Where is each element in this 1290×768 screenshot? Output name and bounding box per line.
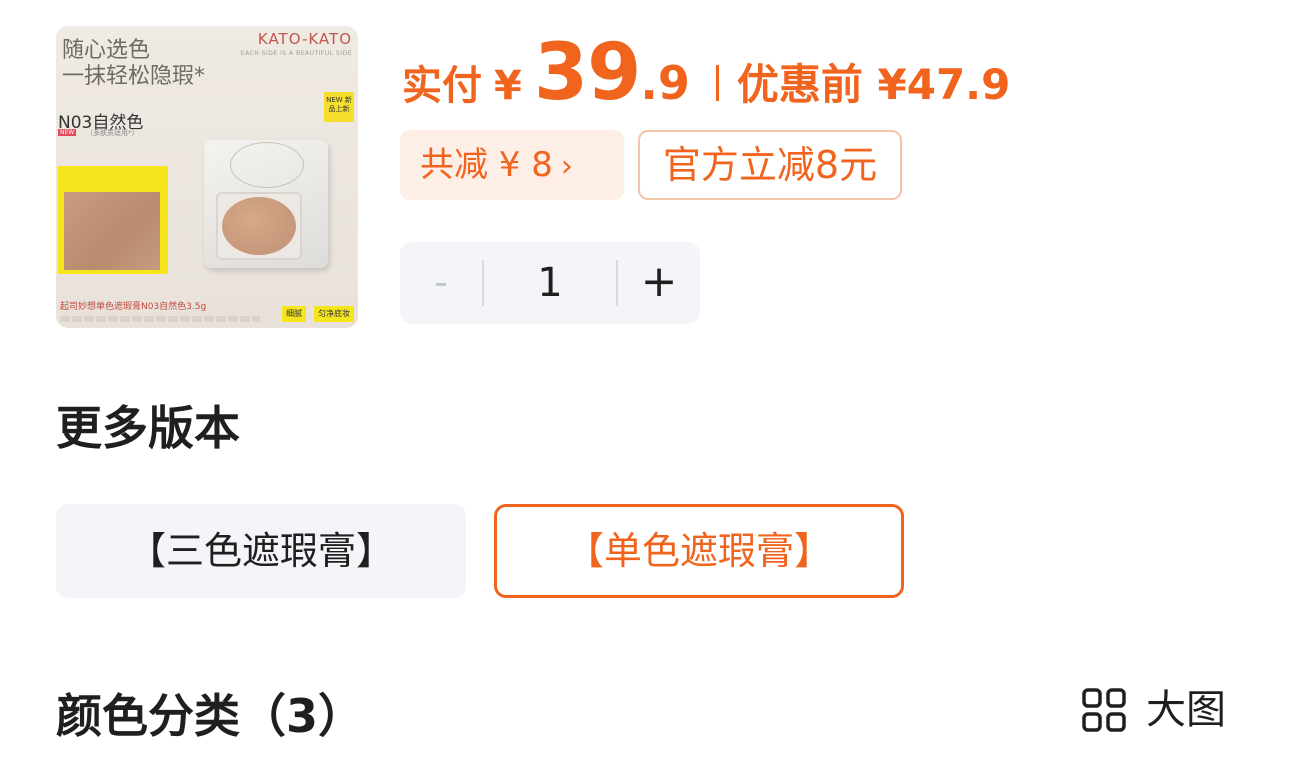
image-new-badge: NEW 新品上新 bbox=[324, 92, 354, 122]
decrease-button[interactable]: - bbox=[400, 242, 482, 324]
price-row: 实付 ¥39.9 优惠前 ¥47.9 bbox=[402, 28, 1010, 118]
image-concealer-powder bbox=[222, 197, 296, 255]
big-view-label: 大图 bbox=[1146, 687, 1226, 733]
product-image[interactable]: 随心选色 一抹轻松隐瑕* KATO-KATO EACH SIDE IS A BE… bbox=[56, 26, 358, 328]
image-compact-pan bbox=[216, 192, 302, 260]
chevron-right-icon: › bbox=[560, 149, 573, 184]
currency-symbol: ¥ bbox=[494, 63, 522, 109]
image-fine-print bbox=[60, 316, 260, 322]
quantity-stepper: - 1 + bbox=[400, 242, 700, 324]
original-price: 优惠前 ¥47.9 bbox=[736, 60, 1011, 109]
color-category-title: 颜色分类（3） bbox=[56, 689, 365, 743]
image-mini-new-tag: NEW bbox=[58, 129, 77, 136]
image-swatch-frame bbox=[58, 166, 168, 274]
paid-label: 实付 bbox=[402, 63, 482, 109]
image-slogan-line2: 一抹轻松隐瑕* bbox=[62, 64, 206, 89]
image-tag-even: 匀净底妆 bbox=[314, 306, 354, 322]
total-discount-button[interactable]: 共减 ¥ 8 › bbox=[400, 130, 624, 200]
increase-button[interactable]: + bbox=[618, 242, 700, 324]
image-brand-tagline: EACH SIDE IS A BEAUTIFUL SIDE bbox=[240, 50, 352, 57]
price-divider bbox=[715, 65, 719, 101]
sku-selector-panel: 随心选色 一抹轻松隐瑕* KATO-KATO EACH SIDE IS A BE… bbox=[0, 0, 1290, 768]
image-brand-logo: KATO-KATO bbox=[257, 30, 352, 48]
official-discount-badge: 官方立减8元 bbox=[638, 130, 902, 200]
grid-icon bbox=[1082, 688, 1126, 732]
image-tag-fine: 细腻 bbox=[282, 306, 306, 322]
image-shade-note: （多肤质适用*） bbox=[86, 129, 139, 137]
image-color-swatch bbox=[64, 192, 160, 270]
image-caption: 起司妙想单色遮瑕膏N03自然色3.5g bbox=[60, 302, 207, 312]
image-compact-case bbox=[204, 140, 328, 268]
price-integer: 39 bbox=[533, 28, 642, 118]
total-discount-label: 共减 ¥ 8 bbox=[420, 145, 553, 185]
price-decimal: .9 bbox=[640, 56, 690, 110]
version-option-three-color[interactable]: 【三色遮瑕膏】 bbox=[56, 504, 466, 598]
image-compact-lid bbox=[230, 142, 304, 188]
version-option-single-color[interactable]: 【单色遮瑕膏】 bbox=[494, 504, 904, 598]
versions-title: 更多版本 bbox=[56, 401, 240, 455]
quantity-value[interactable]: 1 bbox=[484, 242, 616, 324]
